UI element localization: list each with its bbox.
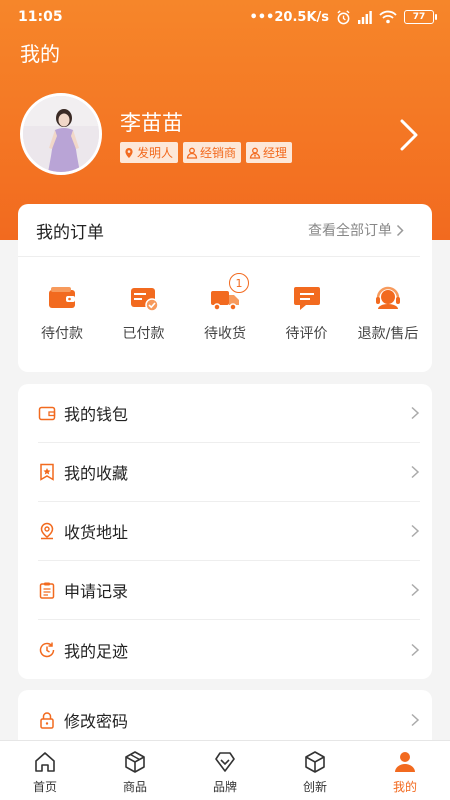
- user-tags: 发明人 经销商 经理: [120, 142, 293, 163]
- menu-item-label: 收货地址: [64, 523, 129, 542]
- wallet-icon: [49, 287, 75, 308]
- location-icon: [40, 522, 54, 540]
- menu-item-label: 申请记录: [64, 582, 129, 601]
- wallet-outline-icon: [38, 406, 56, 421]
- menu-item-address[interactable]: 收货地址: [38, 502, 420, 561]
- status-time: 11:05: [18, 9, 63, 25]
- status-indicators: •••20.5K/s 77: [249, 9, 437, 25]
- tag-inventor: 发明人: [120, 142, 179, 163]
- tag-label: 经销商: [200, 146, 237, 160]
- signal-icon: [358, 10, 372, 24]
- battery-level: 77: [412, 12, 426, 22]
- tag-manager: 经理: [246, 142, 293, 163]
- menu-item-label: 修改密码: [64, 711, 129, 731]
- chevron-right-icon: [411, 406, 420, 420]
- order-paid[interactable]: 已付款: [106, 283, 182, 343]
- network-speed: •••20.5K/s: [249, 9, 329, 25]
- tab-label: 首页: [32, 780, 57, 794]
- user-name: 李苗苗: [120, 111, 183, 135]
- paid-card-icon: [130, 288, 159, 312]
- menu-item-label: 我的收藏: [64, 464, 129, 483]
- history-icon: [39, 642, 55, 657]
- tab-label: 商品: [122, 780, 147, 794]
- clipboard-icon: [39, 582, 55, 599]
- status-bar: 11:05 •••20.5K/s 77: [0, 0, 450, 34]
- tab-label: 我的: [392, 780, 417, 794]
- menu-card: 我的钱包 我的收藏 收货地址 申请记录 我的足迹: [18, 384, 432, 679]
- tag-label: 经理: [263, 146, 288, 160]
- wifi-icon: [379, 10, 397, 24]
- order-pending-review-label: 待评价: [285, 326, 328, 342]
- tab-label: 创新: [302, 780, 327, 794]
- avatar[interactable]: [20, 93, 102, 175]
- menu-item-label: 我的钱包: [64, 405, 129, 424]
- menu-item-footprints[interactable]: 我的足迹: [38, 620, 420, 679]
- chevron-right-icon: [411, 713, 420, 726]
- tab-brands[interactable]: 品牌: [180, 741, 270, 800]
- tab-innovation[interactable]: 创新: [270, 741, 360, 800]
- customer-service-icon: [376, 286, 400, 309]
- tab-products[interactable]: 商品: [90, 741, 180, 800]
- user-icon: [395, 752, 415, 772]
- chevron-right-icon: [411, 465, 420, 479]
- person-icon: [186, 147, 198, 159]
- tag-label: 发明人: [137, 146, 174, 160]
- menu-item-wallet[interactable]: 我的钱包: [38, 384, 420, 443]
- box-icon: [125, 751, 145, 773]
- lock-icon: [40, 711, 54, 729]
- location-pin-icon: [125, 147, 133, 158]
- manager-icon: [249, 147, 261, 159]
- chevron-right-icon: [396, 224, 404, 236]
- order-pending-review[interactable]: 待评价: [269, 283, 345, 343]
- orders-header: 我的订单 查看全部订单: [18, 204, 420, 257]
- order-status-list: 待付款 已付款 1 待收货 待评价 退款/售后: [18, 257, 432, 343]
- home-icon: [35, 752, 55, 772]
- page-title: 我的: [20, 42, 60, 66]
- order-refund-aftersale[interactable]: 退款/售后: [350, 283, 426, 343]
- comment-icon: [293, 287, 320, 310]
- diamond-icon: [215, 752, 235, 772]
- cube-icon: [305, 751, 325, 773]
- menu-item-label: 我的足迹: [64, 641, 129, 661]
- delivery-count-badge: 1: [229, 273, 249, 293]
- alarm-icon: [337, 9, 350, 24]
- order-pending-delivery[interactable]: 1 待收货: [187, 273, 263, 343]
- bottom-tab-bar: 首页 商品 品牌 创新 我的: [0, 740, 450, 800]
- chevron-right-icon: [411, 643, 420, 656]
- order-refund-label: 退款/售后: [357, 326, 419, 342]
- tab-label: 品牌: [212, 780, 237, 794]
- orders-title: 我的订单: [36, 222, 104, 243]
- orders-card: 我的订单 查看全部订单 待付款 已付款 1 待收货 待评价 退款/售后: [18, 204, 432, 372]
- tag-distributor: 经销商: [183, 142, 242, 163]
- tab-mine[interactable]: 我的: [360, 741, 450, 800]
- order-pending-payment[interactable]: 待付款: [24, 283, 100, 343]
- order-paid-label: 已付款: [122, 326, 165, 342]
- menu-item-applications[interactable]: 申请记录: [38, 561, 420, 620]
- view-all-orders-link[interactable]: 查看全部订单: [308, 220, 404, 240]
- view-all-label: 查看全部订单: [308, 223, 392, 239]
- star-bookmark-icon: [40, 463, 54, 481]
- battery-icon: 77: [404, 10, 437, 24]
- chevron-right-icon: [411, 583, 420, 597]
- profile-arrow-icon[interactable]: [398, 118, 420, 152]
- chevron-right-icon: [411, 524, 420, 538]
- order-pending-delivery-label: 待收货: [204, 326, 246, 342]
- order-pending-payment-label: 待付款: [41, 326, 83, 342]
- menu-item-favorites[interactable]: 我的收藏: [38, 443, 420, 502]
- tab-home[interactable]: 首页: [0, 741, 90, 800]
